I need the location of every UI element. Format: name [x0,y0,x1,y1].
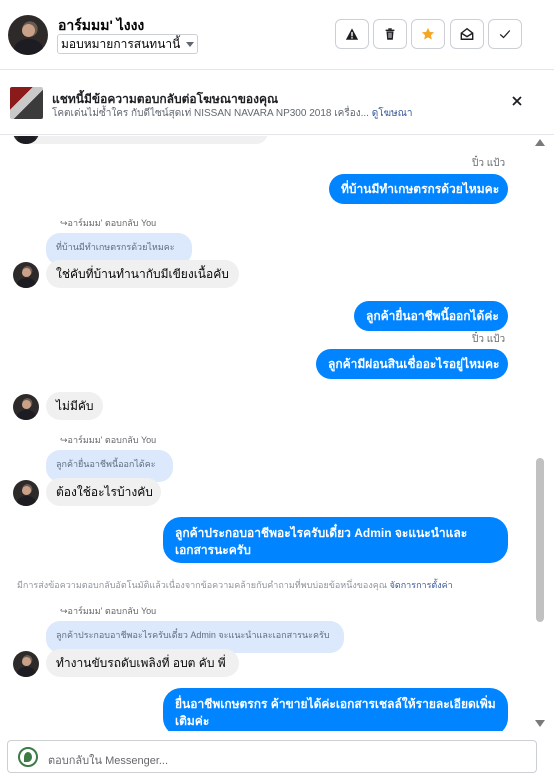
message-bubble-incoming[interactable]: ไม่มีคับ [46,392,103,420]
reply-arrow-icon: ↪ [60,218,68,228]
composer: ตอบกลับใน Messenger... [0,731,554,775]
assign-conversation-label: มอบหมายการสนทนานี้ [61,36,181,51]
chevron-down-icon [186,41,195,47]
reply-input[interactable]: ตอบกลับใน Messenger... [7,740,537,773]
message-thread: ปิ๋ว แป้ว ที่บ้านมีทำเกษตรกรด้วยไหมคะ ↪อ… [0,136,536,731]
mark-done-button[interactable] [488,19,522,49]
sender-avatar [13,262,39,288]
reply-label: ↪อาร์มมม' ตอบกลับ You [60,435,157,445]
page-profile-icon [18,747,38,767]
delete-button[interactable] [373,19,407,49]
seen-indicator: ปิ๋ว แป้ว [472,158,506,169]
message-bubble-incoming[interactable]: ทำงานขับรถดับเพลิงที่ อบต คับ พี่ [46,649,239,677]
scroll-up-arrow-icon[interactable] [535,139,545,146]
message-bubble-outgoing[interactable]: ลูกค้ามีผ่อนสินเชื่ออะไรอยู่ไหมคะ [316,349,508,379]
reply-arrow-icon: ↪ [60,606,68,616]
sender-avatar [13,480,39,506]
reply-arrow-icon: ↪ [60,435,68,445]
view-ad-link[interactable]: ดูโฆษณา [372,108,413,119]
scrollbar-thumb[interactable] [536,458,544,622]
close-icon[interactable] [510,94,524,108]
report-spam-button[interactable] [335,19,369,49]
reply-label: ↪อาร์มมม' ตอบกลับ You [60,606,157,616]
contact-avatar[interactable] [8,15,48,55]
message-bubble-outgoing[interactable]: ที่บ้านมีทำเกษตรกรด้วยไหมคะ [329,174,508,204]
manage-settings-link[interactable]: จัดการการตั้งค่า [390,580,453,590]
sender-avatar [13,136,39,144]
message-bubble-incoming-partial [18,136,268,144]
sender-avatar [13,394,39,420]
check-icon [499,30,511,39]
auto-reply-note: มีการส่งข้อความตอบกลับอัตโนมัติแล้วเนื่อ… [17,580,453,590]
conversation-header: อาร์มมม' ไงงง มอบหมายการสนทนานี้ [0,0,554,70]
message-bubble-incoming[interactable]: ต้องใช้อะไรบ้างคับ [46,478,161,506]
ad-reply-banner: แชทนี้มีข้อความตอบกลับต่อโฆษณาของคุณ โคต… [0,71,554,135]
message-bubble-incoming[interactable]: ใช่คับที่บ้านทำนากับมีเขียงเนื้อคับ [46,260,239,288]
scroll-down-arrow-icon[interactable] [535,720,545,727]
ad-description: โคตเด่นไม่ซ้ำใคร กับดีไซน์สุดเท่ NISSAN … [52,108,369,119]
sender-avatar [13,651,39,677]
trash-icon [385,28,395,40]
ad-banner-subtitle: โคตเด่นไม่ซ้ำใคร กับดีไซน์สุดเท่ NISSAN … [52,106,413,121]
assign-conversation-dropdown[interactable]: มอบหมายการสนทนานี้ [57,34,199,54]
warning-icon [345,28,359,40]
star-button[interactable] [411,19,445,49]
message-bubble-outgoing[interactable]: ยื่นอาชีพเกษตรกร ค้าขายได้ค่ะเอกสารเชลล์… [163,688,508,731]
reply-input-placeholder: ตอบกลับใน Messenger... [48,755,169,767]
message-bubble-outgoing[interactable]: ลูกค้ายื่นอาชีพนี้ออกได้ค่ะ [354,301,508,331]
reply-label: ↪อาร์มมม' ตอบกลับ You [60,218,157,228]
ad-thumbnail[interactable] [10,87,43,119]
star-icon [421,27,435,40]
mark-unread-button[interactable] [450,19,484,49]
scrollbar[interactable] [536,136,554,731]
mark-unread-icon [460,27,474,40]
seen-indicator: ปิ๋ว แป้ว [472,334,506,345]
message-bubble-outgoing[interactable]: ลูกค้าประกอบอาชีพอะไรครับเดี๋ยว Admin จะ… [163,517,508,563]
